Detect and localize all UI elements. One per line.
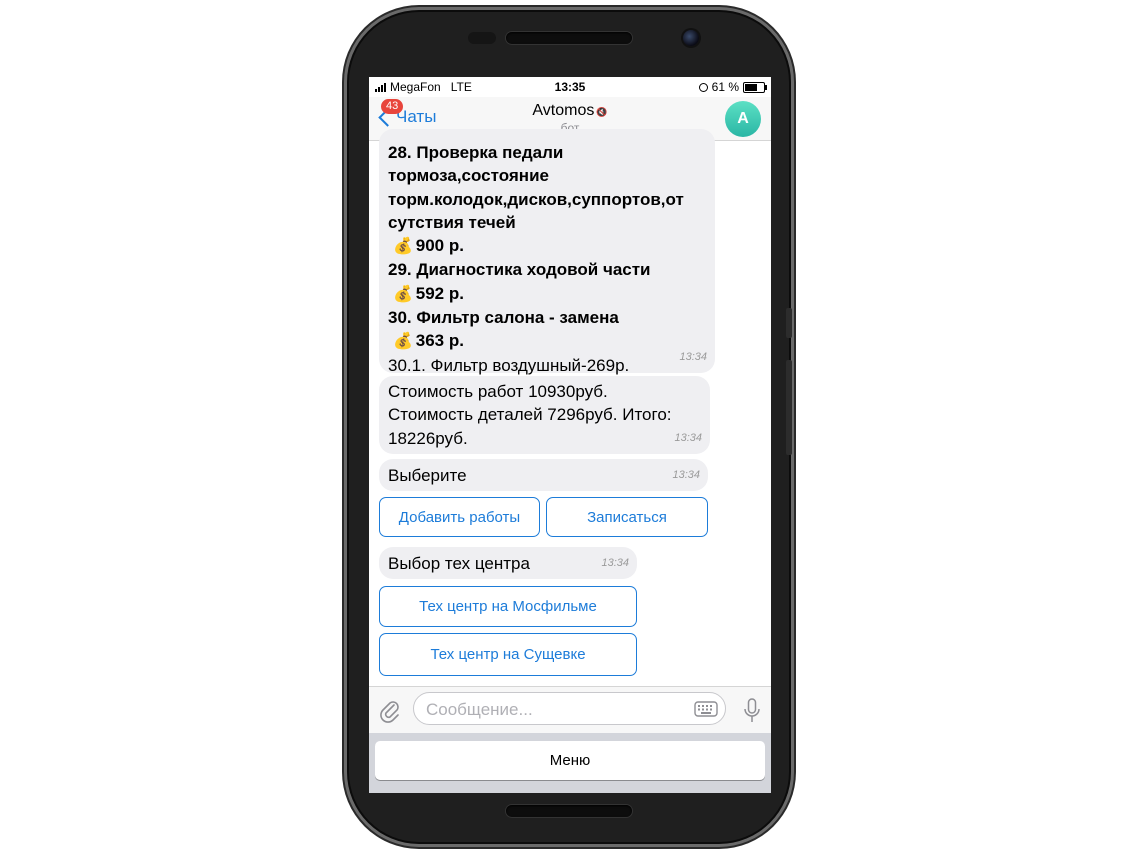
tech-center-mosfilm-button[interactable]: Тех центр на Мосфильме xyxy=(379,586,637,627)
money-bag-icon: 💰 xyxy=(393,333,413,351)
bot-keyboard: Меню xyxy=(369,733,771,793)
message-text: Выбор тех центра xyxy=(388,554,530,573)
message-input-placeholder: Сообщение... xyxy=(426,700,533,719)
message-line: 18226руб. xyxy=(388,428,468,448)
chat-title: Avtomos xyxy=(532,102,595,119)
message-list[interactable]: 28. Проверка педали тормоза,состояние то… xyxy=(369,129,771,686)
paperclip-icon[interactable] xyxy=(379,699,401,723)
message-time: 13:34 xyxy=(601,557,629,569)
phone-sensor xyxy=(468,32,496,44)
message-line: Стоимость работ 10930руб. xyxy=(388,382,608,401)
price: 900 р. xyxy=(415,236,464,256)
message-time: 13:34 xyxy=(679,350,707,363)
message-line: 28. Проверка педали xyxy=(388,143,564,162)
message-input[interactable]: Сообщение... xyxy=(413,692,726,725)
message-time: 13:34 xyxy=(674,431,702,444)
message-bubble: 28. Проверка педали тормоза,состояние то… xyxy=(379,129,715,375)
message-line: тормоза,состояние xyxy=(388,166,549,186)
add-works-button[interactable]: Добавить работы xyxy=(379,497,540,537)
alarm-icon xyxy=(698,82,708,92)
phone-speaker xyxy=(506,32,632,44)
battery-percent: 61 % xyxy=(711,80,739,94)
status-bar: MegaFon LTE 13:35 61 % xyxy=(369,77,771,97)
price: 363 р. xyxy=(415,331,464,351)
message-line: 30. Фильтр салона - замена xyxy=(388,308,619,328)
input-bar: Сообщение... xyxy=(369,686,771,733)
phone-screen: MegaFon LTE 13:35 61 % Чаты 43 Avtomos 🔇 … xyxy=(369,77,771,793)
microphone-icon[interactable] xyxy=(743,698,761,724)
phone-side-button xyxy=(786,308,792,338)
phone-side-button xyxy=(786,360,792,455)
money-bag-icon: 💰 xyxy=(393,285,413,303)
message-bubble: Стоимость работ 10930руб. Стоимость дета… xyxy=(379,376,710,454)
message-line: торм.колодок,дисков,суппортов,от xyxy=(388,189,684,209)
message-line: 29. Диагностика ходовой части xyxy=(388,260,651,280)
message-bubble: Выберите 13:34 xyxy=(379,459,708,491)
price: 592 р. xyxy=(415,283,464,303)
message-text: Выберите xyxy=(388,466,467,485)
message-time: 13:34 xyxy=(672,469,700,481)
message-line: сутствия течей xyxy=(388,212,516,232)
battery-icon xyxy=(743,81,767,93)
message-line: Стоимость деталей 7296руб. Итого: xyxy=(388,405,672,425)
menu-button[interactable]: Меню xyxy=(375,741,765,780)
phone-camera xyxy=(683,30,699,46)
message-bubble: Выбор тех центра 13:34 xyxy=(379,547,637,579)
sign-up-button[interactable]: Записаться xyxy=(546,497,708,537)
message-line: 30.1. Фильтр воздушный-269р. xyxy=(388,355,630,375)
avatar[interactable]: A xyxy=(725,101,761,137)
keyboard-icon[interactable] xyxy=(694,701,718,717)
phone-speaker xyxy=(506,805,632,817)
mute-icon: 🔇 xyxy=(596,107,608,117)
tech-center-sushchevka-button[interactable]: Тех центр на Сущевке xyxy=(379,633,637,676)
money-bag-icon: 💰 xyxy=(393,238,413,256)
